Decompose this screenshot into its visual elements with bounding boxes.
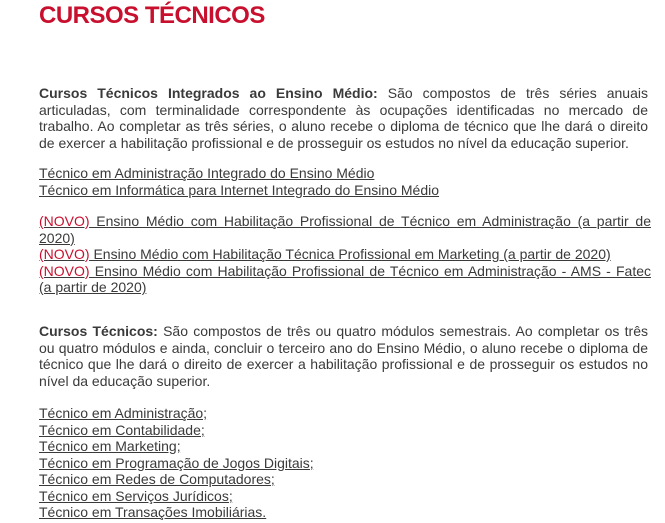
novo-tag: (NOVO) [39,246,90,262]
modulares-label: Cursos Técnicos: [39,323,158,339]
novos-links: (NOVO) Ensino Médio com Habilitação Prof… [39,213,651,296]
link-administracao[interactable]: Técnico em Administração; [39,405,651,422]
link-informatica-integrado[interactable]: Técnico em Informática para Internet Int… [39,182,651,199]
novo-tag: (NOVO) [39,262,90,279]
link-novo-ams-fatec[interactable]: (NOVO) Ensino Médio com Habilitação Prof… [39,263,651,296]
link-novo-administracao[interactable]: (NOVO) Ensino Médio com Habilitação Prof… [39,213,651,246]
link-administracao-integrado[interactable]: Técnico em Administração Integrado do En… [39,165,651,182]
novo-item-label: Ensino Médio com Habilitação Profissiona… [39,262,651,296]
page: CURSOS TÉCNICOS Cursos Técnicos Integrad… [0,0,665,523]
page-title: CURSOS TÉCNICOS [39,2,265,29]
link-marketing[interactable]: Técnico em Marketing; [39,438,651,455]
novo-item-label: Ensino Médio com Habilitação Profissiona… [39,213,651,246]
modulares-description: Cursos Técnicos: São compostos de três o… [39,323,648,389]
link-redes[interactable]: Técnico em Redes de Computadores; [39,471,651,488]
integrados-label: Cursos Técnicos Integrados ao Ensino Méd… [39,85,378,101]
integrados-description: Cursos Técnicos Integrados ao Ensino Méd… [39,85,648,151]
novo-tag: (NOVO) [39,213,90,229]
link-novo-marketing[interactable]: (NOVO) Ensino Médio com Habilitação Técn… [39,246,651,263]
link-contabilidade[interactable]: Técnico em Contabilidade; [39,422,651,439]
link-jogos-digitais[interactable]: Técnico em Programação de Jogos Digitais… [39,455,651,472]
link-servicos-juridicos[interactable]: Técnico em Serviços Jurídicos; [39,488,651,505]
novo-item-label: Ensino Médio com Habilitação Técnica Pro… [89,246,611,262]
integrados-links: Técnico em Administração Integrado do En… [39,165,651,198]
link-transacoes-imobiliarias[interactable]: Técnico em Transações Imobiliárias. [39,504,651,521]
modulares-links: Técnico em Administração; Técnico em Con… [39,405,651,521]
